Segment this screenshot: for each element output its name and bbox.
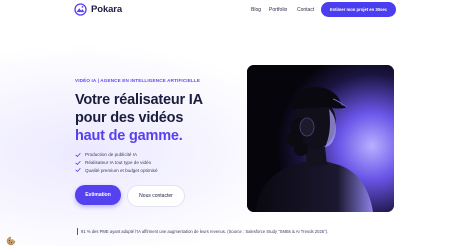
hero-image <box>247 65 394 212</box>
headline-line-1: Votre réalisateur IA <box>75 92 203 108</box>
headline-accent: haut de gamme. <box>75 128 183 144</box>
feature-item: Production de publicité IA <box>75 151 158 159</box>
director-portrait-image <box>247 65 394 212</box>
nav-blog[interactable]: Blog <box>251 7 261 13</box>
feature-item: Qualité premium et budget optimisé <box>75 167 158 175</box>
feature-text: Qualité premium et budget optimisé <box>85 167 158 173</box>
stat-quote: 91 % des PME ayant adopté l'IA affirment… <box>77 228 328 235</box>
brand-logo[interactable]: Pokara <box>74 3 122 16</box>
nav-contact[interactable]: Contact <box>297 7 314 13</box>
feature-list: Production de publicité IA Réalisateur I… <box>75 151 158 174</box>
feature-text: Réalisateur IA tout type de vidéo <box>85 160 152 166</box>
feature-text: Production de publicité IA <box>85 152 138 158</box>
stat-accent-bar <box>77 228 78 235</box>
pokara-logo-icon <box>74 3 87 16</box>
header: Pokara Blog Portfolio Contact Estimer mo… <box>0 0 470 22</box>
hero-eyebrow: VIDÉO IA | AGENCE EN INTELLIGENCE ARTIFI… <box>75 78 201 83</box>
headline-line-2: pour des vidéos <box>75 110 184 126</box>
brand-name: Pokara <box>91 4 123 15</box>
check-icon <box>75 168 81 173</box>
cookie-icon[interactable] <box>6 236 16 246</box>
stat-text: 91 % des PME ayant adopté l'IA affirment… <box>81 229 329 234</box>
feature-item: Réalisateur IA tout type de vidéo <box>75 159 158 167</box>
check-icon <box>75 152 81 157</box>
check-icon <box>75 160 81 165</box>
nav-portfolio[interactable]: Portfolio <box>269 7 287 13</box>
estimation-button[interactable]: Estimation <box>75 185 121 205</box>
hero-headline: Votre réalisateur IA pour des vidéos hau… <box>75 91 203 145</box>
estimate-project-button[interactable]: Estimer mon projet en 30sec <box>321 2 396 17</box>
contact-us-button[interactable]: Nous contacter <box>127 185 185 207</box>
